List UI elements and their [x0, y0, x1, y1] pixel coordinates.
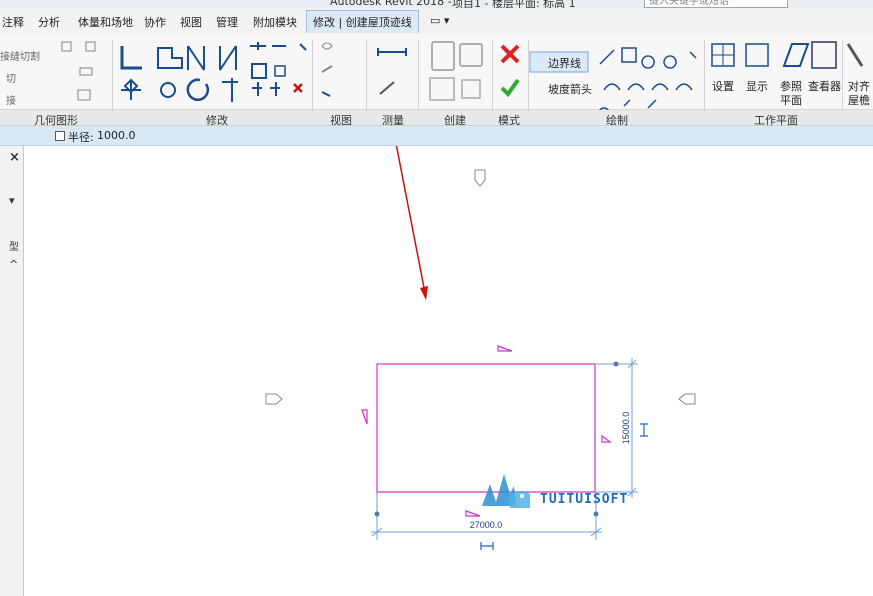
- group-separator: [112, 40, 113, 110]
- plan-view[interactable]: 27000.0 15000.0 TUITUISOFT: [24, 146, 873, 596]
- tab-options-icon[interactable]: ▭ ▾: [430, 14, 449, 27]
- set-grid-lines: [712, 44, 734, 66]
- mirror-draw-icon[interactable]: [219, 45, 237, 71]
- show-button[interactable]: 显示: [746, 78, 768, 94]
- group-separator: [528, 40, 529, 110]
- create-parts-icon[interactable]: [429, 77, 455, 101]
- move-icon[interactable]: [121, 78, 141, 100]
- view-filter-icon[interactable]: [321, 42, 333, 50]
- revit-window: Autodesk Revit 2018 - 项目1 - 楼层平面: 标高 1 键…: [0, 0, 873, 596]
- cut-icon[interactable]: [61, 41, 72, 52]
- geometry-item-cut[interactable]: 切: [6, 70, 16, 85]
- set-button[interactable]: 设置: [712, 78, 734, 94]
- line-work-icon[interactable]: [321, 91, 331, 97]
- align-eave-icon[interactable]: [846, 43, 864, 67]
- ribbon-group-labels: 几何图形 修改 视图 测量 创建 模式 绘制 工作平面: [0, 110, 873, 127]
- draw-shapes-row1[interactable]: [599, 47, 697, 69]
- radius-checkbox[interactable]: [55, 131, 65, 141]
- slope-arrow-button[interactable]: 坡度箭头: [548, 81, 592, 97]
- properties-panel: × ▾ 型 ^: [0, 146, 24, 596]
- group-separator: [366, 40, 367, 110]
- elevation-marker-north[interactable]: [474, 169, 486, 187]
- tab-analyze[interactable]: 分析: [38, 14, 60, 30]
- group-separator: [312, 40, 313, 110]
- title-bar: Autodesk Revit 2018 - 项目1 - 楼层平面: 标高 1 键…: [0, 0, 873, 8]
- drawing-canvas[interactable]: 27000.0 15000.0 TUITUISOFT: [24, 146, 873, 596]
- viewer-button[interactable]: 查看器: [808, 78, 841, 94]
- caret-up-icon[interactable]: ^: [9, 258, 18, 271]
- slope-symbol-left[interactable]: [361, 409, 368, 425]
- tab-manage[interactable]: 管理: [216, 14, 238, 30]
- viewer-icon[interactable]: [811, 41, 837, 69]
- watermark-logo: [482, 474, 530, 508]
- menu-bar: 注释 分析 体量和场地 协作 视图 管理 附加模块 修改 | 创建屋顶迹线 ▭ …: [0, 8, 873, 34]
- annotation-arrow: [395, 146, 428, 300]
- create-group-icon[interactable]: [431, 41, 455, 71]
- offset-icon[interactable]: [157, 47, 183, 69]
- finish-edit-icon[interactable]: [500, 78, 520, 98]
- ref-plane-icon[interactable]: [782, 43, 810, 67]
- tab-annotate[interactable]: 注释: [2, 14, 24, 30]
- array-icon[interactable]: [251, 63, 267, 79]
- ribbon: 接缝切割 切 接 边界线 坡度箭头 设置 显示 参照 平面 查看器 对齐 屋檐: [0, 34, 873, 119]
- ref-plane-button-line2[interactable]: 平面: [780, 92, 802, 108]
- dimension-height-text[interactable]: 15000.0: [621, 412, 631, 445]
- wall-join-icon[interactable]: [77, 89, 91, 101]
- roof-footprint-boundary[interactable]: [376, 363, 596, 493]
- document-title: 项目1 - 楼层平面: 标高 1: [452, 0, 576, 8]
- chevron-down-icon[interactable]: ▾: [9, 194, 15, 207]
- mirror-axis-icon[interactable]: [187, 45, 205, 71]
- group-separator: [492, 40, 493, 110]
- app-title: Autodesk Revit 2018 -: [330, 0, 452, 8]
- tab-view[interactable]: 视图: [180, 14, 202, 30]
- slope-symbol-top[interactable]: [497, 345, 513, 352]
- join-icon[interactable]: [85, 41, 96, 52]
- dimension-lock-icon-vertical: [640, 423, 648, 437]
- search-input[interactable]: 键入关键字或短语: [644, 0, 788, 8]
- radius-input[interactable]: 1000.0: [97, 129, 136, 142]
- split-face-icon[interactable]: [79, 67, 93, 76]
- scale-icon[interactable]: [274, 65, 286, 77]
- create-similar-icon[interactable]: [459, 43, 483, 67]
- delete-icon[interactable]: [293, 83, 303, 93]
- dimension-icon[interactable]: [379, 81, 395, 95]
- copy-icon[interactable]: [160, 82, 176, 98]
- measure-icon[interactable]: [377, 48, 407, 56]
- group-separator: [842, 40, 843, 110]
- dimension-lock-icon: [480, 542, 494, 550]
- rotate-icon[interactable]: [186, 78, 210, 101]
- dimension-width-text[interactable]: 27000.0: [470, 520, 503, 530]
- split-icon[interactable]: [252, 82, 280, 96]
- group-separator: [704, 40, 705, 110]
- elevation-marker-east[interactable]: [678, 393, 696, 405]
- slope-symbol-bottom[interactable]: [465, 510, 481, 517]
- type-label: 型: [9, 242, 19, 253]
- align-eave-button-line2[interactable]: 屋檐: [848, 92, 870, 108]
- show-workplane-icon[interactable]: [745, 43, 769, 67]
- geometry-item-cut-join[interactable]: 接缝切割: [0, 48, 40, 63]
- watermark-text: TUITUISOFT: [540, 492, 628, 507]
- draw-arcs-row2[interactable]: [603, 83, 693, 91]
- align-icon[interactable]: [120, 46, 142, 70]
- draw-tools-row3[interactable]: [598, 99, 657, 119]
- slope-symbol-right[interactable]: [601, 434, 612, 443]
- group-separator: [418, 40, 419, 110]
- paint-icon[interactable]: [321, 65, 333, 73]
- elevation-marker-west[interactable]: [265, 393, 283, 405]
- tab-collaborate[interactable]: 协作: [144, 14, 166, 30]
- geometry-item-join[interactable]: 接: [6, 92, 16, 107]
- tab-modify-create-roof-footprint[interactable]: 修改 | 创建屋顶迹线: [306, 10, 419, 33]
- options-bar: 半径: 1000.0: [0, 126, 873, 146]
- tab-addins[interactable]: 附加模块: [253, 14, 297, 30]
- tab-massing-site[interactable]: 体量和场地: [78, 14, 133, 30]
- create-assembly-icon[interactable]: [461, 79, 481, 99]
- boundary-line-button[interactable]: 边界线: [548, 55, 581, 71]
- cancel-edit-icon[interactable]: [500, 44, 520, 64]
- close-icon[interactable]: ×: [9, 150, 20, 165]
- radius-label: 半径:: [68, 131, 94, 144]
- trim-icon[interactable]: [222, 78, 238, 102]
- move-copy-icons[interactable]: [250, 42, 307, 51]
- ribbon-icons: [61, 41, 864, 119]
